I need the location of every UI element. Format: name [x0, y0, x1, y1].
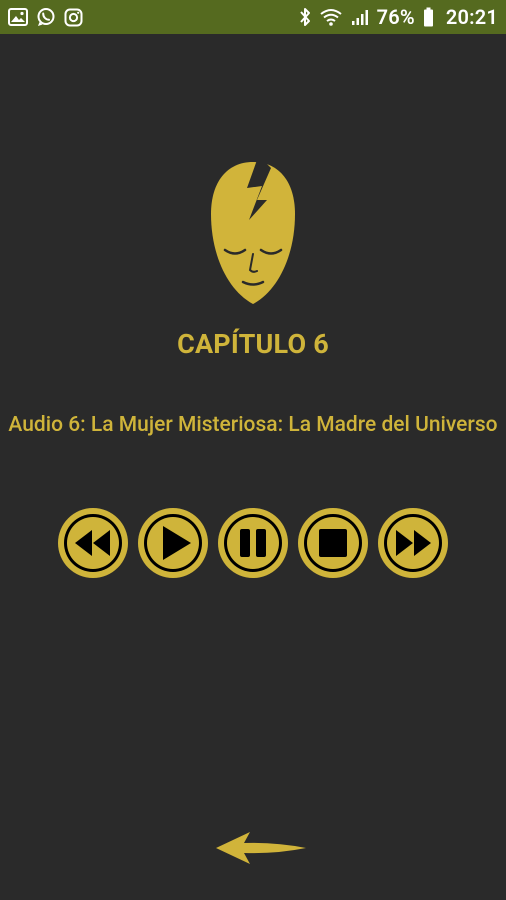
chapter-title: CAPÍTULO 6 — [177, 328, 329, 360]
playback-controls — [56, 506, 451, 580]
status-left-icons — [8, 7, 83, 27]
status-bar: 76% 20:21 — [0, 0, 506, 34]
battery-icon — [423, 7, 434, 27]
bluetooth-icon — [299, 7, 311, 27]
face-logo-icon — [207, 158, 299, 308]
audio-title: Audio 6: La Mujer Misteriosa: La Madre d… — [8, 413, 498, 437]
image-icon — [8, 8, 28, 26]
rewind-button[interactable] — [56, 506, 130, 580]
back-arrow-icon — [216, 832, 306, 864]
whatsapp-icon — [36, 7, 56, 27]
pause-icon — [218, 508, 288, 578]
stop-icon — [298, 508, 368, 578]
play-icon — [138, 508, 208, 578]
pause-button[interactable] — [216, 506, 290, 580]
wifi-icon — [319, 7, 343, 27]
play-button[interactable] — [136, 506, 210, 580]
fast-forward-button[interactable] — [376, 506, 450, 580]
status-time: 20:21 — [445, 5, 498, 29]
rewind-icon — [58, 508, 128, 578]
fast-forward-icon — [378, 508, 448, 578]
battery-percent: 76% — [376, 5, 415, 29]
instagram-icon — [64, 8, 83, 27]
back-button[interactable] — [214, 828, 308, 868]
signal-icon — [351, 8, 369, 26]
stop-button[interactable] — [296, 506, 370, 580]
status-right-icons: 76% 20:21 — [299, 5, 498, 29]
